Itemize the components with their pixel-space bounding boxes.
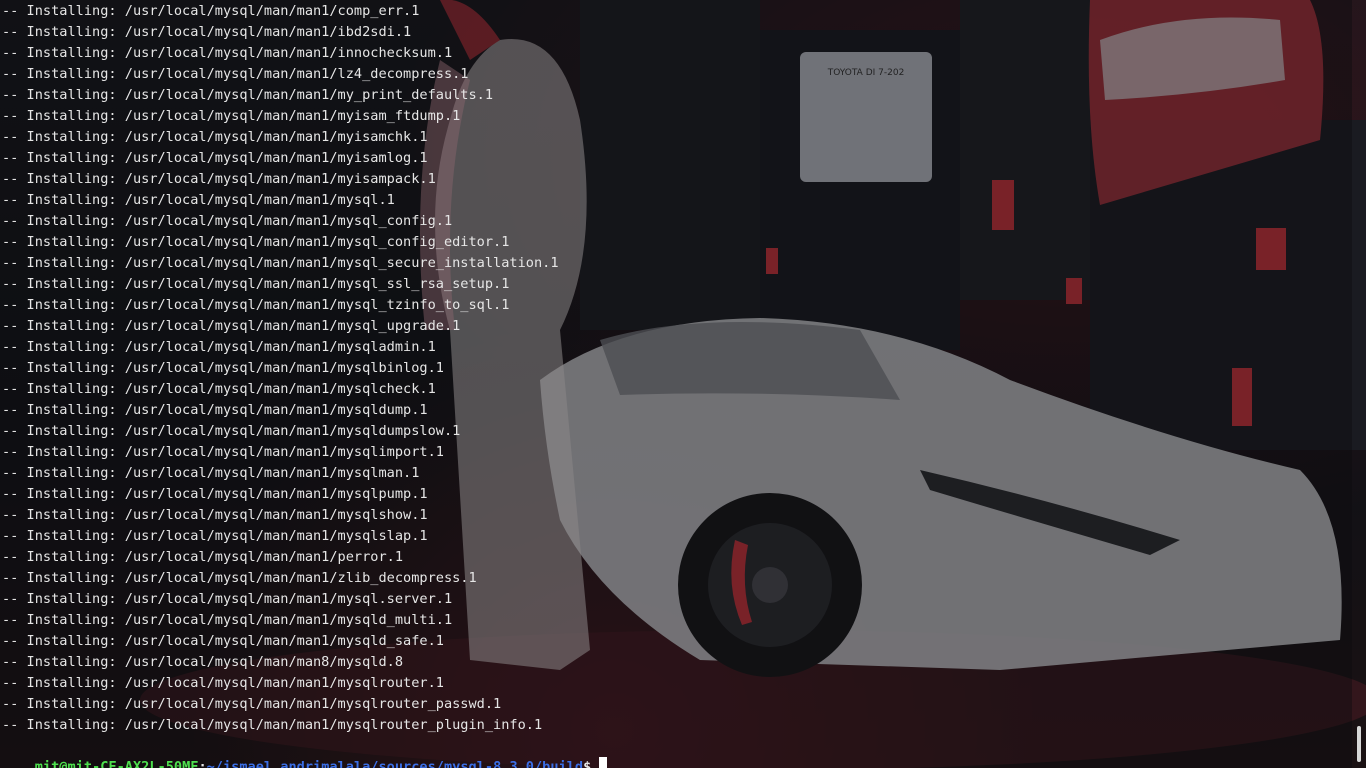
terminal-line: -- Installing: /usr/local/mysql/man/man8…: [2, 654, 404, 670]
terminal-output: -- Installing: /usr/local/mysql/man/man1…: [2, 1, 559, 736]
terminal-line: -- Installing: /usr/local/mysql/man/man1…: [2, 402, 428, 418]
terminal-line: -- Installing: /usr/local/mysql/man/man1…: [2, 24, 412, 40]
terminal-line: -- Installing: /usr/local/mysql/man/man1…: [2, 633, 444, 649]
terminal-line: -- Installing: /usr/local/mysql/man/man1…: [2, 255, 559, 271]
scroll-thumb[interactable]: [1357, 726, 1361, 762]
terminal-line: -- Installing: /usr/local/mysql/man/man1…: [2, 318, 461, 334]
terminal-line: -- Installing: /usr/local/mysql/man/man1…: [2, 612, 453, 628]
terminal-line: -- Installing: /usr/local/mysql/man/man1…: [2, 507, 428, 523]
prompt-separator: :: [198, 759, 207, 768]
terminal-line: -- Installing: /usr/local/mysql/man/man1…: [2, 150, 428, 166]
terminal-scrollbar[interactable]: [1352, 0, 1366, 768]
terminal-line: -- Installing: /usr/local/mysql/man/man1…: [2, 570, 477, 586]
terminal-line: -- Installing: /usr/local/mysql/man/man1…: [2, 276, 510, 292]
terminal-line: -- Installing: /usr/local/mysql/man/man1…: [2, 234, 510, 250]
terminal-line: -- Installing: /usr/local/mysql/man/man1…: [2, 381, 436, 397]
terminal-line: -- Installing: /usr/local/mysql/man/man1…: [2, 549, 404, 565]
prompt-symbol: $: [583, 759, 592, 768]
terminal-line: -- Installing: /usr/local/mysql/man/man1…: [2, 486, 428, 502]
terminal-line: -- Installing: /usr/local/mysql/man/man1…: [2, 87, 494, 103]
prompt-user-host: mit@mit-CF-AX2L-50MF: [34, 759, 199, 768]
terminal-line: -- Installing: /usr/local/mysql/man/man1…: [2, 108, 461, 124]
terminal-line: -- Installing: /usr/local/mysql/man/man1…: [2, 213, 453, 229]
terminal-line: -- Installing: /usr/local/mysql/man/man1…: [2, 339, 436, 355]
terminal-line: -- Installing: /usr/local/mysql/man/man1…: [2, 3, 420, 19]
terminal-line: -- Installing: /usr/local/mysql/man/man1…: [2, 465, 420, 481]
terminal-line: -- Installing: /usr/local/mysql/man/man1…: [2, 444, 444, 460]
terminal-line: -- Installing: /usr/local/mysql/man/man1…: [2, 675, 444, 691]
terminal-line: -- Installing: /usr/local/mysql/man/man1…: [2, 423, 461, 439]
terminal-line: -- Installing: /usr/local/mysql/man/man1…: [2, 717, 543, 733]
terminal-line: -- Installing: /usr/local/mysql/man/man1…: [2, 66, 469, 82]
terminal-line: -- Installing: /usr/local/mysql/man/man1…: [2, 297, 510, 313]
terminal-line: -- Installing: /usr/local/mysql/man/man1…: [2, 360, 444, 376]
terminal-line: -- Installing: /usr/local/mysql/man/man1…: [2, 129, 428, 145]
shell-prompt[interactable]: mit@mit-CF-AX2L-50MF:~/ismael_andrimalal…: [2, 736, 608, 768]
terminal-line: -- Installing: /usr/local/mysql/man/man1…: [2, 591, 453, 607]
terminal-line: -- Installing: /usr/local/mysql/man/man1…: [2, 528, 428, 544]
terminal-line: -- Installing: /usr/local/mysql/man/man1…: [2, 192, 395, 208]
terminal-line: -- Installing: /usr/local/mysql/man/man1…: [2, 696, 502, 712]
terminal-line: -- Installing: /usr/local/mysql/man/man1…: [2, 171, 436, 187]
terminal-line: -- Installing: /usr/local/mysql/man/man1…: [2, 45, 453, 61]
prompt-path: ~/ismael_andrimalala/sources/mysql-8.3.0…: [206, 759, 584, 768]
block-cursor-icon: [599, 757, 608, 768]
terminal-window[interactable]: -- Installing: /usr/local/mysql/man/man1…: [0, 0, 1352, 768]
